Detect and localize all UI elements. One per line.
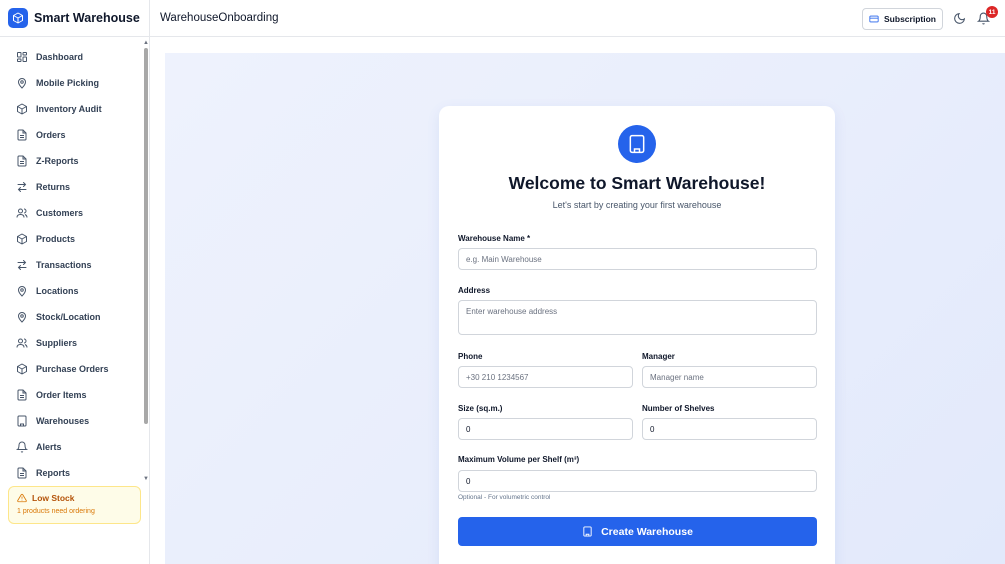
- brand-name: Smart Warehouse: [34, 11, 140, 25]
- sidebar-item-label: Stock/Location: [36, 312, 101, 322]
- welcome-subtitle: Let's start by creating your first wareh…: [552, 200, 722, 210]
- sidebar-item-label: Orders: [36, 130, 66, 140]
- sidebar-item-returns[interactable]: Returns: [0, 174, 143, 200]
- grid-icon: [17, 52, 27, 62]
- box-icon: [8, 8, 28, 28]
- scrollbar-thumb[interactable]: [144, 48, 148, 424]
- address-input[interactable]: [458, 300, 817, 335]
- sidebar: Smart Warehouse Dashboard Mobile Picking…: [0, 0, 150, 564]
- page-title: WarehouseOnboarding: [160, 12, 279, 24]
- low-stock-message: 1 products need ordering: [17, 508, 95, 515]
- address-label: Address: [458, 286, 491, 295]
- phone-input[interactable]: [458, 366, 633, 388]
- warning-icon: [17, 493, 27, 503]
- phone-label: Phone: [458, 352, 483, 361]
- sidebar-item-label: Customers: [36, 208, 84, 218]
- onboarding-card: Welcome to Smart Warehouse! Let's start …: [439, 106, 835, 564]
- file-text-icon: [17, 155, 27, 167]
- sidebar-item-warehouses[interactable]: Warehouses: [0, 408, 143, 434]
- sidebar-item-label: Z-Reports: [36, 156, 79, 166]
- create-warehouse-button[interactable]: Create Warehouse: [458, 517, 817, 546]
- sidebar-scrollbar[interactable]: ▲ ▼: [143, 40, 149, 484]
- size-label: Size (sq.m.): [458, 404, 503, 413]
- sidebar-item-label: Returns: [36, 182, 71, 192]
- sidebar-item-label: Warehouses: [36, 416, 90, 426]
- sidebar-item-label: Reports: [36, 468, 71, 478]
- sidebar-nav: Dashboard Mobile Picking Inventory Audit…: [0, 44, 143, 484]
- sidebar-item-transactions[interactable]: Transactions: [0, 252, 143, 278]
- warehouse-name-label: Warehouse Name *: [458, 234, 531, 243]
- sidebar-item-customers[interactable]: Customers: [0, 200, 143, 226]
- sidebar-item-orders[interactable]: Orders: [0, 122, 143, 148]
- bell-icon: [16, 441, 28, 453]
- building-icon: [583, 526, 592, 537]
- low-stock-alert[interactable]: Low Stock 1 products need ordering: [8, 486, 141, 524]
- arrows-swap-icon: [17, 260, 27, 270]
- subscription-label: Subscription: [884, 14, 936, 24]
- credit-card-icon: [869, 15, 879, 23]
- map-pin-icon: [17, 78, 27, 89]
- sidebar-item-alerts[interactable]: Alerts: [0, 434, 143, 460]
- sidebar-item-mobile-picking[interactable]: Mobile Picking: [0, 70, 143, 96]
- file-text-icon: [17, 389, 27, 401]
- sidebar-item-dashboard[interactable]: Dashboard: [0, 44, 143, 70]
- scroll-down-icon[interactable]: ▼: [143, 476, 149, 482]
- users-icon: [16, 338, 28, 348]
- volume-label: Maximum Volume per Shelf (m³): [458, 455, 580, 464]
- sidebar-item-label: Suppliers: [36, 338, 78, 348]
- sidebar-item-locations[interactable]: Locations: [0, 278, 143, 304]
- sidebar-item-label: Order Items: [36, 390, 87, 400]
- volume-input[interactable]: [458, 470, 817, 492]
- map-pin-icon: [17, 286, 27, 297]
- sidebar-item-label: Transactions: [36, 260, 92, 270]
- file-text-icon: [17, 129, 27, 141]
- users-icon: [16, 208, 28, 218]
- shelves-input[interactable]: [642, 418, 817, 440]
- welcome-title: Welcome to Smart Warehouse!: [508, 173, 766, 193]
- box-icon: [17, 103, 27, 115]
- size-input[interactable]: [458, 418, 633, 440]
- building-icon: [618, 125, 656, 163]
- sidebar-item-label: Products: [36, 234, 76, 244]
- sidebar-item-purchase-orders[interactable]: Purchase Orders: [0, 356, 143, 382]
- warehouse-name-input[interactable]: [458, 248, 817, 270]
- notification-badge: 11: [986, 6, 998, 18]
- building-icon: [17, 415, 27, 427]
- brand[interactable]: Smart Warehouse: [0, 0, 149, 37]
- sidebar-item-inventory-audit[interactable]: Inventory Audit: [0, 96, 143, 122]
- box-icon: [17, 363, 27, 375]
- sidebar-item-label: Locations: [36, 286, 79, 296]
- sidebar-item-stock-location[interactable]: Stock/Location: [0, 304, 143, 330]
- subscription-button[interactable]: Subscription: [862, 8, 943, 30]
- sidebar-item-products[interactable]: Products: [0, 226, 143, 252]
- sidebar-item-order-items[interactable]: Order Items: [0, 382, 143, 408]
- main-content: Welcome to Smart Warehouse! Let's start …: [150, 38, 1005, 564]
- shelves-label: Number of Shelves: [642, 404, 715, 413]
- map-pin-icon: [17, 312, 27, 323]
- sidebar-item-label: Inventory Audit: [36, 104, 102, 114]
- sidebar-item-label: Mobile Picking: [36, 78, 100, 88]
- moon-icon[interactable]: [953, 12, 966, 25]
- sidebar-item-label: Alerts: [36, 442, 62, 452]
- low-stock-title: Low Stock: [32, 493, 75, 503]
- arrows-swap-icon: [17, 182, 27, 192]
- top-bar: WarehouseOnboarding Subscription 11: [150, 0, 1005, 37]
- scroll-up-icon[interactable]: ▲: [143, 40, 149, 46]
- sidebar-item-z-reports[interactable]: Z-Reports: [0, 148, 143, 174]
- low-stock-title-row: Low Stock: [17, 493, 132, 503]
- manager-label: Manager: [642, 352, 675, 361]
- sidebar-item-label: Dashboard: [36, 52, 84, 62]
- create-warehouse-label: Create Warehouse: [601, 525, 693, 538]
- file-text-icon: [17, 467, 27, 479]
- volume-hint: Optional - For volumetric control: [458, 494, 551, 501]
- sidebar-item-reports[interactable]: Reports: [0, 460, 143, 484]
- manager-input[interactable]: [642, 366, 817, 388]
- sidebar-item-suppliers[interactable]: Suppliers: [0, 330, 143, 356]
- box-icon: [17, 233, 27, 245]
- sidebar-item-label: Purchase Orders: [36, 364, 109, 374]
